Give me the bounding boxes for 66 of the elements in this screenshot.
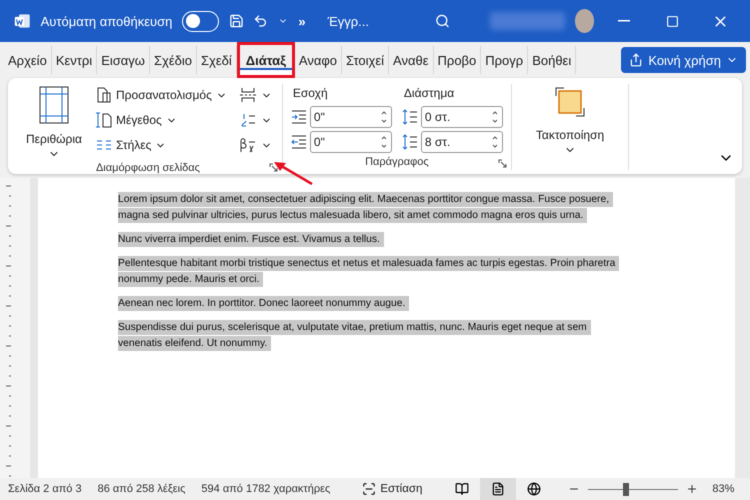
page-size-icon: [96, 112, 112, 128]
spinner-arrows-icon[interactable]: [380, 110, 388, 124]
avatar: [574, 9, 594, 33]
maximize-icon: [666, 14, 679, 28]
page-break-icon: [238, 87, 257, 103]
spinner-arrows-icon[interactable]: [380, 134, 388, 148]
arrange-icon: [553, 86, 587, 118]
indent-field[interactable]: 0": [310, 106, 392, 128]
ribbon-tab[interactable]: Βοήθει: [528, 46, 576, 74]
spinner-arrows-icon[interactable]: [490, 110, 499, 124]
ribbon-tab[interactable]: Κεντρι: [52, 46, 98, 74]
spacing-before-icon: [402, 108, 418, 124]
spacing-after-icon: [402, 134, 418, 150]
indent-field[interactable]: 0": [310, 130, 392, 152]
view-button[interactable]: [480, 478, 516, 500]
ribbon-tab[interactable]: Αναφο: [294, 46, 342, 74]
spacing-label: Διάστημα: [402, 85, 456, 102]
autosave-toggle[interactable]: [182, 10, 219, 32]
focus-button[interactable]: Εστίαση: [356, 481, 428, 497]
spacing-field[interactable]: 8 στ.: [420, 130, 503, 152]
more-commands[interactable]: »: [298, 14, 306, 28]
page-setup-button[interactable]: Στήλες: [94, 134, 229, 156]
minimize-icon: [618, 20, 630, 22]
word-count: 86 από 258 λέξεις: [98, 483, 186, 495]
ribbon-tab[interactable]: Στοιχεί: [342, 46, 390, 74]
indent-right-icon: [290, 134, 307, 148]
ribbon-tab[interactable]: Προγρ: [481, 46, 528, 74]
character-count: 594 από 1782 χαρακτήρες: [201, 483, 330, 495]
spacing-field[interactable]: 0 στ.: [420, 106, 503, 128]
document-paragraph: Nunc viverra imperdiet enim. Fusce est. Vivamus a tellus.: [118, 232, 623, 248]
indent-left-icon: [290, 110, 307, 124]
orientation-icon: [96, 87, 112, 103]
zoom-thumb[interactable]: [623, 482, 630, 496]
save-icon[interactable]: [228, 12, 244, 30]
spinner-arrows-icon[interactable]: [490, 134, 499, 148]
ribbon-tab[interactable]: Αρχείο: [4, 46, 52, 74]
page-count: Σελίδα 2 από 3: [8, 483, 82, 495]
search-icon[interactable]: [435, 12, 450, 30]
group-label: Παράγραφος: [365, 156, 429, 168]
document-title: Έγγρ...: [328, 14, 370, 28]
margins-icon: [38, 86, 69, 124]
autosave-label: Αυτόματη αποθήκευση: [40, 14, 172, 28]
book-icon: [455, 482, 470, 496]
zoom-in-icon[interactable]: [686, 483, 698, 495]
ribbon-tab[interactable]: Σχέδιο: [150, 46, 197, 74]
zoom-percent[interactable]: 83%: [712, 483, 734, 495]
globe-icon: [527, 482, 542, 496]
page-icon: [491, 482, 506, 496]
share-button[interactable]: Κοινή χρήση: [621, 47, 746, 73]
dialog-launcher-icon[interactable]: [498, 159, 507, 168]
line-numbers-icon: [238, 112, 257, 128]
page-setup-button[interactable]: Μέγεθος: [94, 109, 229, 131]
ribbon-tab[interactable]: Εισαγω: [97, 46, 150, 74]
hyphenation-icon: [238, 137, 257, 153]
ribbon-tab[interactable]: Αναθε: [389, 46, 434, 74]
ribbon-tab[interactable]: Προβο: [434, 46, 482, 74]
arrange-button[interactable]: Τακτοποίηση: [532, 84, 608, 158]
share-icon: [629, 53, 644, 67]
dialog-launcher-icon[interactable]: [268, 163, 278, 172]
group-label: Διαμόρφωση σελίδας: [96, 162, 200, 174]
ribbon-tab[interactable]: Διάταξ: [236, 42, 295, 78]
indent-label: Εσοχή: [292, 85, 329, 102]
page-setup-button[interactable]: Προσανατολισμός: [94, 84, 229, 106]
ribbon-tab[interactable]: Σχεδί: [196, 46, 237, 74]
margins-button[interactable]: Περιθώρια: [22, 84, 86, 162]
focus-icon: [362, 482, 376, 496]
